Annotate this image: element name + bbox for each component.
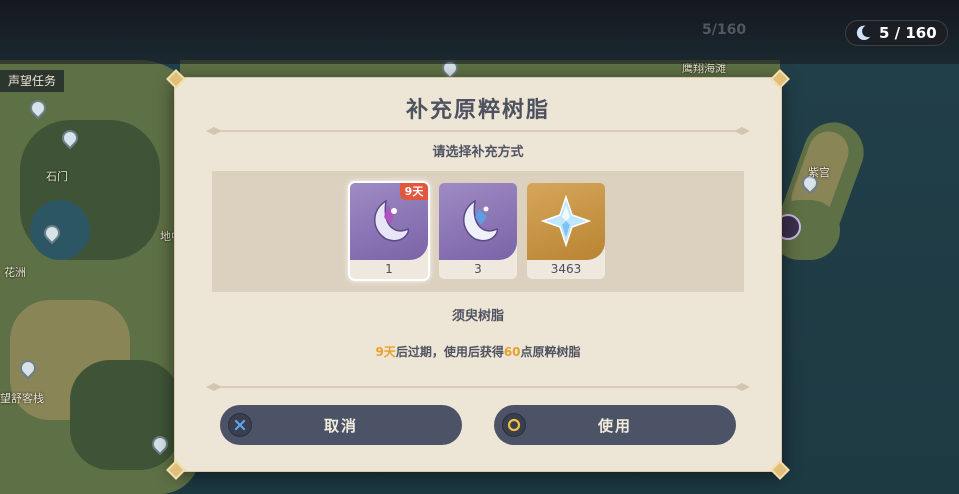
dialog-title: 补充原粹树脂 <box>405 98 550 123</box>
expiry-days: 9天 <box>375 345 396 359</box>
map-label: 石门 <box>46 170 68 183</box>
choose-method-label: 请选择补充方式 <box>432 145 524 160</box>
resin-amount: 60 <box>503 345 521 359</box>
resin-counter[interactable]: 5 / 160 <box>845 20 948 46</box>
ghost-resin-counter: 5/160 <box>702 22 747 38</box>
waypoint-icon[interactable] <box>150 436 166 456</box>
selected-item-name: 须臾树脂 <box>451 309 504 324</box>
item-art <box>439 183 517 260</box>
confirm-circle-icon <box>502 413 526 437</box>
use-button[interactable]: 使用 <box>494 405 736 445</box>
primogem-icon <box>541 195 591 247</box>
replenish-resin-dialog: 补充原粹树脂 请选择补充方式 9天 1 3 3463 须臾树脂 9天后过期，使用… <box>166 69 790 480</box>
resin-count: 5 / 160 <box>879 24 937 42</box>
map-label: 紫宫 <box>808 166 830 179</box>
statue-icon[interactable] <box>42 225 58 245</box>
item-count: 3 <box>474 262 482 276</box>
top-bar: 5/160 5 / 160 <box>0 0 959 64</box>
close-icon <box>228 413 252 437</box>
use-label: 使用 <box>597 416 632 435</box>
item-description: 9天后过期，使用后获得60点原粹树脂 <box>174 343 782 360</box>
waypoint-icon[interactable] <box>28 100 44 120</box>
footer-divider <box>206 383 750 391</box>
reputation-quest-tag[interactable]: 声望任务 <box>0 70 65 92</box>
moon-icon <box>856 25 871 41</box>
expiry-badge: 9天 <box>400 183 428 200</box>
cancel-label: 取消 <box>323 416 358 435</box>
item-art <box>527 183 605 260</box>
item-slot-transient-resin[interactable]: 9天 1 <box>350 183 428 279</box>
map-label: 花洲 <box>4 266 26 279</box>
cancel-button[interactable]: 取消 <box>220 405 462 445</box>
waypoint-icon[interactable] <box>18 360 34 380</box>
waypoint-icon[interactable] <box>60 130 76 150</box>
title-divider <box>206 127 750 135</box>
description-text: 后过期，使用后获得 <box>395 345 504 359</box>
fragile-resin-icon <box>463 199 499 242</box>
transient-resin-icon <box>374 199 410 242</box>
item-count: 3463 <box>550 262 582 276</box>
item-tray: 9天 1 3 3463 <box>212 171 744 292</box>
description-text: 点原粹树脂 <box>520 345 581 359</box>
item-count: 1 <box>385 262 393 276</box>
item-slot-primogem[interactable]: 3463 <box>527 183 605 279</box>
map-label: 望舒客栈 <box>0 392 44 405</box>
item-slot-fragile-resin[interactable]: 3 <box>439 183 517 279</box>
